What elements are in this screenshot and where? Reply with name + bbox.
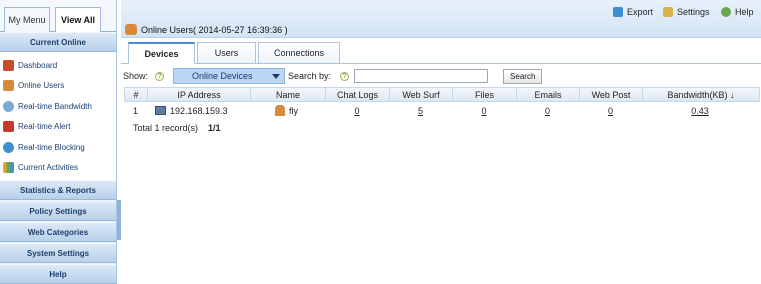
sidebar-item-realtime-bandwidth[interactable]: Real-time Bandwidth <box>0 96 116 117</box>
sidebar-item-current-activities[interactable]: Current Activities <box>0 158 116 179</box>
tab-view-all[interactable]: View All <box>55 7 101 32</box>
table-header: # IP Address Name Chat Logs Web Surf Fil… <box>124 87 760 102</box>
name-value: fly <box>289 105 298 116</box>
users-icon <box>125 24 137 35</box>
col-name[interactable]: Name <box>251 88 326 101</box>
files-link[interactable]: 0 <box>481 106 486 116</box>
col-web-post[interactable]: Web Post <box>580 88 643 101</box>
tab-devices[interactable]: Devices <box>128 42 195 64</box>
sidebar-item-online-users[interactable]: Online Users <box>0 76 116 97</box>
web-surf-cell: 5 <box>389 103 452 119</box>
col-bandwidth[interactable]: Bandwidth(KB) ↓ <box>643 88 759 101</box>
col-number[interactable]: # <box>125 88 148 101</box>
web-post-link[interactable]: 0 <box>608 106 613 116</box>
sidebar-collapse-handle[interactable] <box>117 200 121 240</box>
sidebar-item-realtime-alert[interactable]: Real-time Alert <box>0 117 116 138</box>
help-icon <box>721 7 731 17</box>
files-cell: 0 <box>452 103 516 119</box>
bandwidth-link[interactable]: 0.43 <box>691 106 709 116</box>
page-title-text: Online Users( 2014-05-27 16:39:36 ) <box>141 24 288 35</box>
sidebar-item-label: Online Users <box>18 81 65 91</box>
ip-value: 192.168.159.3 <box>170 105 228 116</box>
help-button[interactable]: Help <box>721 7 754 17</box>
col-web-surf[interactable]: Web Surf <box>390 88 453 101</box>
web-post-cell: 0 <box>579 103 642 119</box>
page-indicator: 1/1 <box>208 123 221 133</box>
sidebar-tab-bar: My Menu View All <box>0 0 116 32</box>
current-online-menu: Dashboard Online Users Real-time Bandwid… <box>0 52 116 180</box>
chevron-down-icon <box>272 74 281 79</box>
filter-bar: Show: ? Online Devices Search by: ? Sear… <box>123 68 761 84</box>
emails-cell: 0 <box>516 103 579 119</box>
section-current-online[interactable]: Current Online <box>0 32 116 52</box>
sidebar-item-realtime-blocking[interactable]: Real-time Blocking <box>0 137 116 158</box>
table-row: 1 192.168.159.3 fly 0 5 0 0 0 0.43 <box>124 102 760 119</box>
show-select[interactable]: Online Devices <box>173 68 286 84</box>
sidebar-item-dashboard[interactable]: Dashboard <box>0 55 116 76</box>
top-bar: Export Settings Help Online Users( 2014-… <box>121 0 761 38</box>
sidebar: My Menu View All Current Online Dashboar… <box>0 0 117 284</box>
web-surf-link[interactable]: 5 <box>418 106 423 116</box>
show-select-value: Online Devices <box>192 71 253 81</box>
section-policy-settings[interactable]: Policy Settings <box>0 201 116 221</box>
col-ip-address[interactable]: IP Address <box>148 88 251 101</box>
section-statistics-reports[interactable]: Statistics & Reports <box>0 180 116 200</box>
search-by-label: Search by: <box>288 71 332 81</box>
dashboard-icon <box>3 59 14 71</box>
sidebar-item-label: Dashboard <box>18 60 58 70</box>
activities-icon <box>3 162 14 174</box>
chat-logs-cell: 0 <box>325 103 389 119</box>
sidebar-item-label: Real-time Bandwidth <box>18 101 92 111</box>
row-number: 1 <box>132 105 138 116</box>
table-footer: Total 1 record(s) 1/1 <box>133 123 221 133</box>
page-title: Online Users( 2014-05-27 16:39:36 ) <box>125 24 288 35</box>
sidebar-item-label: Current Activities <box>18 163 79 173</box>
settings-button[interactable]: Settings <box>663 7 710 17</box>
chat-logs-link[interactable]: 0 <box>354 106 359 116</box>
ip-cell: 192.168.159.3 <box>147 103 250 119</box>
alert-icon <box>3 121 14 133</box>
col-emails[interactable]: Emails <box>517 88 580 101</box>
emails-link[interactable]: 0 <box>545 106 550 116</box>
bandwidth-icon <box>3 100 14 112</box>
sidebar-item-label: Real-time Blocking <box>18 142 85 152</box>
user-icon <box>275 105 285 116</box>
col-chat-logs[interactable]: Chat Logs <box>326 88 390 101</box>
blocking-icon <box>3 141 14 153</box>
sidebar-item-label: Real-time Alert <box>18 122 71 132</box>
computer-icon <box>155 106 166 115</box>
section-system-settings[interactable]: System Settings <box>0 243 116 263</box>
settings-label: Settings <box>677 7 710 17</box>
tab-connections[interactable]: Connections <box>258 42 340 64</box>
help-hint-icon[interactable]: ? <box>155 71 165 81</box>
search-button[interactable]: Search <box>503 68 543 84</box>
show-label: Show: <box>123 71 149 81</box>
section-web-categories[interactable]: Web Categories <box>0 222 116 242</box>
help-hint-icon[interactable]: ? <box>340 71 350 81</box>
export-label: Export <box>627 7 654 17</box>
col-files[interactable]: Files <box>453 88 517 101</box>
export-button[interactable]: Export <box>613 7 653 17</box>
search-input[interactable] <box>354 69 489 83</box>
section-help[interactable]: Help <box>0 264 116 284</box>
tab-users[interactable]: Users <box>197 42 256 64</box>
bandwidth-cell: 0.43 <box>642 103 758 119</box>
devices-table: # IP Address Name Chat Logs Web Surf Fil… <box>124 87 760 119</box>
content-tabs: Devices Users Connections <box>128 42 342 64</box>
tab-my-menu[interactable]: My Menu <box>4 7 50 32</box>
settings-icon <box>663 7 673 17</box>
export-icon <box>613 7 623 17</box>
total-records: Total 1 record(s) <box>133 123 199 133</box>
name-cell: fly <box>250 103 325 119</box>
help-label: Help <box>735 7 754 17</box>
users-icon <box>3 80 14 92</box>
